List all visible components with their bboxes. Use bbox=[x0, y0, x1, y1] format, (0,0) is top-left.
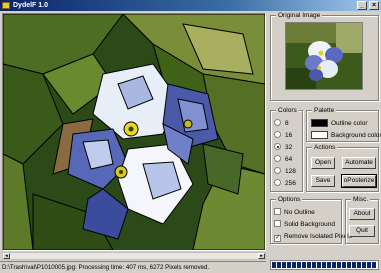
color-option-128[interactable]: 128 bbox=[274, 167, 296, 177]
color-option-32[interactable]: 32 bbox=[274, 143, 292, 153]
minimize-button[interactable]: _ bbox=[357, 1, 367, 10]
misc-group: Misc. About Quit bbox=[345, 195, 379, 244]
minimize-icon: _ bbox=[360, 2, 364, 9]
no-outline-checkbox[interactable]: No Outline bbox=[274, 208, 315, 217]
posterize-button[interactable]: oPosterize bbox=[341, 174, 377, 188]
radio-icon bbox=[274, 131, 281, 138]
progress-fill bbox=[272, 262, 377, 268]
radio-icon bbox=[274, 155, 281, 162]
color-option-8[interactable]: 8 bbox=[274, 119, 289, 129]
progress-bar bbox=[270, 260, 379, 270]
title-bar: DydelF 1.0 _ × bbox=[0, 0, 381, 11]
radio-icon bbox=[274, 167, 281, 174]
checkbox-icon bbox=[274, 208, 281, 215]
colors-label: Colors bbox=[276, 106, 299, 115]
horizontal-scrollbar[interactable]: ◂ ▸ bbox=[2, 252, 266, 260]
outline-color-swatch[interactable] bbox=[311, 119, 328, 127]
window-title: DydelF 1.0 bbox=[13, 2, 49, 9]
color-option-256[interactable]: 256 bbox=[274, 179, 296, 189]
color-option-16[interactable]: 16 bbox=[274, 131, 292, 141]
automate-button[interactable]: Automate bbox=[342, 157, 376, 169]
open-button[interactable]: Open bbox=[311, 157, 335, 169]
colors-group: Colors 8 16 32 64 128 256 bbox=[270, 106, 303, 192]
radio-icon bbox=[274, 119, 281, 126]
outline-color-label: Outline color bbox=[331, 120, 368, 127]
quit-button[interactable]: Quit bbox=[349, 225, 375, 237]
radio-selected-icon bbox=[274, 143, 281, 150]
status-bar: D:\Trash\val\P1010005.jpg: Processing ti… bbox=[0, 261, 266, 272]
color-option-64[interactable]: 64 bbox=[274, 155, 292, 165]
close-icon: × bbox=[371, 2, 377, 9]
palette-label: Palette bbox=[312, 106, 337, 115]
status-text: D:\Trash\val\P1010005.jpg: Processing ti… bbox=[2, 264, 210, 271]
actions-group: Actions Open Automate Save oPosterize bbox=[306, 143, 379, 192]
original-image-label: Original Image bbox=[276, 11, 323, 20]
original-image-thumbnail bbox=[285, 22, 363, 90]
posterized-image-graphic bbox=[3, 14, 265, 250]
remove-isolated-pixels-checkbox[interactable]: ✓ Remove Isolated Pixels bbox=[274, 232, 352, 242]
checkbox-icon bbox=[274, 220, 281, 227]
original-image-graphic bbox=[286, 23, 362, 89]
palette-group: Palette Outline color Background color bbox=[306, 106, 381, 142]
actions-label: Actions bbox=[312, 143, 338, 152]
close-button[interactable]: × bbox=[369, 1, 379, 10]
scroll-left-icon[interactable]: ◂ bbox=[3, 253, 10, 259]
posterized-image[interactable] bbox=[2, 13, 266, 251]
solid-background-checkbox[interactable]: Solid Background bbox=[274, 220, 335, 229]
radio-icon bbox=[274, 179, 281, 186]
about-button[interactable]: About bbox=[349, 208, 375, 220]
checkbox-checked-icon: ✓ bbox=[274, 235, 281, 242]
background-color-label: Background color bbox=[331, 132, 381, 139]
misc-label: Misc. bbox=[351, 195, 371, 204]
scroll-right-icon[interactable]: ▸ bbox=[258, 253, 265, 259]
options-label: Options bbox=[276, 195, 303, 204]
background-color-swatch[interactable] bbox=[311, 131, 328, 139]
options-group: Options No Outline Solid Background ✓ Rem… bbox=[270, 195, 352, 244]
app-icon bbox=[2, 2, 10, 9]
save-button[interactable]: Save bbox=[311, 175, 335, 187]
